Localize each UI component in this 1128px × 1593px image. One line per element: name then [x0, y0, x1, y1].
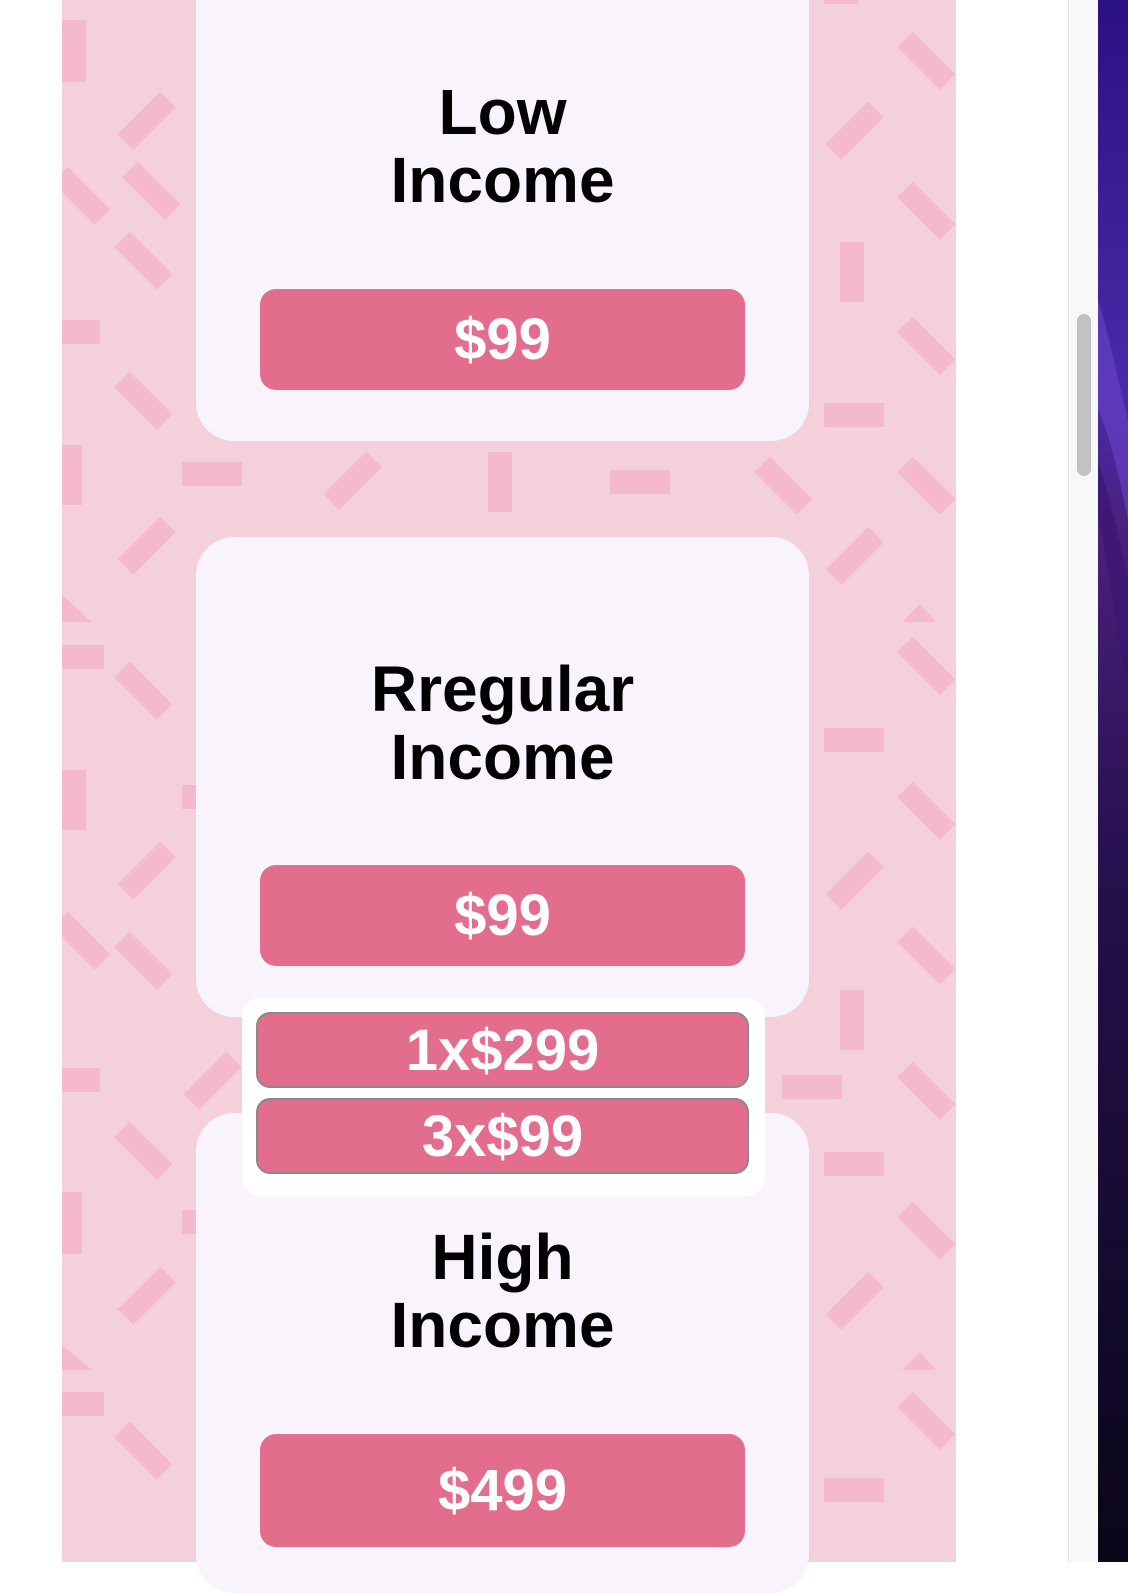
plan-title: High Income [196, 1223, 809, 1359]
price-button-low-income[interactable]: $99 [260, 289, 745, 390]
plan-title-line1: Rregular [370, 653, 635, 725]
plan-title-line2: Income [390, 144, 615, 216]
payment-options-popup: 1x$299 3x$99 [242, 998, 765, 1196]
plan-title-line1: Low [438, 76, 567, 148]
page-right-margin [956, 0, 1068, 1562]
payment-option-installments[interactable]: 3x$99 [256, 1098, 749, 1174]
scrollbar-thumb[interactable] [1077, 314, 1091, 476]
plan-title: Low Income [196, 78, 809, 214]
payment-option-single[interactable]: 1x$299 [256, 1012, 749, 1088]
plan-title: Rregular Income [196, 655, 809, 791]
price-button-high-income[interactable]: $499 [260, 1434, 745, 1547]
page-left-margin [0, 0, 62, 1562]
plan-card-low-income: Low Income $99 [196, 0, 809, 441]
price-button-regular-income[interactable]: $99 [260, 865, 745, 966]
plan-title-line2: Income [390, 721, 615, 793]
plan-title-line2: Income [390, 1289, 615, 1361]
vertical-scrollbar[interactable] [1068, 0, 1098, 1562]
wallpaper-wave [1098, 300, 1128, 700]
plan-title-line1: High [431, 1221, 574, 1293]
plan-card-regular-income: Rregular Income $99 [196, 537, 809, 1017]
desktop-wallpaper-edge [1098, 0, 1128, 1562]
